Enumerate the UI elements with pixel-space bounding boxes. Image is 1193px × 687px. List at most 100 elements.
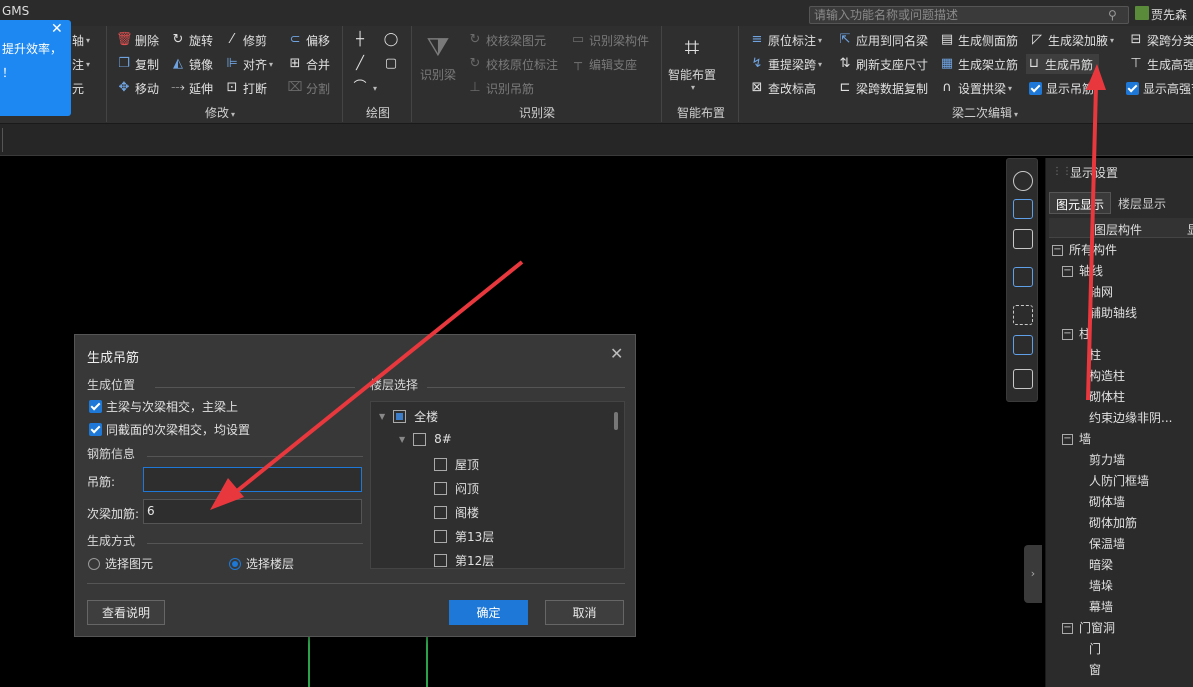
tree-item[interactable]: 柱 <box>1079 324 1091 345</box>
grip-icon[interactable]: ⋮⋮ <box>1052 166 1072 177</box>
refresh-support-button[interactable]: ⇅ 刷新支座尺寸 <box>837 54 928 74</box>
tab-floor-display[interactable]: 楼层显示 <box>1112 192 1172 214</box>
gen-stand-button[interactable]: ▦ 生成架立筋 <box>939 54 1018 74</box>
floor-item[interactable]: 闷顶 <box>434 480 479 497</box>
set-arch-button[interactable]: ∩ 设置拱梁 ▾ <box>939 78 1012 98</box>
identify-beam-button[interactable]: ⧩ 识别梁 <box>420 30 456 83</box>
gen-side-button[interactable]: ▤ 生成侧面筋 <box>939 30 1018 50</box>
smart-layout-button[interactable]: ⌗ 智能布置 ▾ <box>668 30 716 93</box>
checkbox[interactable] <box>413 432 427 446</box>
tree-item[interactable]: 砌体墙 <box>1089 492 1125 513</box>
floor-list[interactable]: ▼ 全楼 ▼ 8# 屋顶 闷顶 阁楼 第13层 第12层 <box>370 401 625 569</box>
close-icon[interactable]: ✕ <box>610 344 623 363</box>
secondary-rebar-input[interactable]: 6 <box>143 499 362 524</box>
secondary-group-label[interactable]: 梁二次编辑 ▾ <box>952 104 1018 121</box>
gen-haunch-button[interactable]: ◸ 生成梁加腋 ▾ <box>1029 30 1114 50</box>
floor-item[interactable]: 第12层 <box>434 552 494 568</box>
rotate-button[interactable]: ↻ 旋转 <box>170 30 213 50</box>
align-button[interactable]: ⊫ 对齐 ▾ <box>224 54 273 74</box>
hanger-input[interactable] <box>143 467 362 492</box>
floor-item-all[interactable]: ▼ 全楼 <box>379 408 438 425</box>
radio-select-element[interactable]: 选择图元 <box>88 555 153 572</box>
tree-item[interactable]: 轴网 <box>1089 282 1113 303</box>
close-icon[interactable]: ✕ <box>51 21 63 37</box>
identify-component-button[interactable]: ▭ 识别梁构件 <box>570 30 649 50</box>
rect-tool[interactable]: ▢ <box>383 54 402 74</box>
identify-hanger-button[interactable]: ⊥ 识别吊筋 <box>467 78 534 98</box>
scrollbar[interactable] <box>614 412 618 430</box>
span-copy-button[interactable]: ⊏ 梁跨数据复制 <box>837 78 928 98</box>
checkbox[interactable] <box>434 530 447 543</box>
fit-view-icon[interactable] <box>1013 305 1033 325</box>
search-icon[interactable]: ⚲ <box>1108 8 1122 22</box>
orbit-icon[interactable] <box>1013 171 1033 191</box>
cancel-button[interactable]: 取消 <box>545 600 624 625</box>
same-section-checkbox[interactable]: 同截面的次梁相交，均设置 <box>89 421 250 438</box>
floor-item[interactable]: 阁楼 <box>434 504 479 521</box>
cube-icon[interactable] <box>1013 229 1033 249</box>
edit-support-button[interactable]: ┬ 编辑支座 <box>570 54 637 74</box>
break-button[interactable]: ⊡ 打断 <box>224 78 267 98</box>
tree-item[interactable]: 所有构件 <box>1069 240 1117 261</box>
search-input[interactable]: 请输入功能名称或问题描述 <box>809 6 1129 24</box>
mirror-button[interactable]: ◭ 镜像 <box>170 54 213 74</box>
display-settings-icon[interactable] <box>1013 369 1033 389</box>
collapse-icon[interactable]: − <box>1062 266 1073 277</box>
span-class-button[interactable]: ⊟ 梁跨分类 <box>1128 30 1193 50</box>
tree-item[interactable]: 砌体柱 <box>1089 387 1125 408</box>
collapse-icon[interactable]: − <box>1052 245 1063 256</box>
merge-button[interactable]: ⊞ 合并 <box>287 54 330 74</box>
expand-icon[interactable]: ▼ <box>399 435 405 444</box>
show-hanger-checkbox[interactable]: 显示吊筋 <box>1029 78 1094 98</box>
tree-item[interactable]: 辅助轴线 <box>1089 303 1137 324</box>
point-tool[interactable]: ┼ <box>352 30 371 50</box>
offset-button[interactable]: ⊂ 偏移 <box>287 30 330 50</box>
tree-item[interactable]: 约束边缘非阴... <box>1089 408 1172 429</box>
avatar[interactable] <box>1135 6 1149 20</box>
tree-item[interactable]: 门窗洞 <box>1079 618 1115 639</box>
modify-group-label[interactable]: 修改 ▾ <box>205 104 235 121</box>
tree-item[interactable]: 轴线 <box>1079 261 1103 282</box>
tree-item[interactable]: 门 <box>1089 639 1101 660</box>
check-origin-button[interactable]: ↻ 校核原位标注 <box>467 54 558 74</box>
gen-height-button[interactable]: ⊤ 生成高强 <box>1128 54 1193 74</box>
arc-tool[interactable]: ⌒ ▾ <box>352 78 377 98</box>
check-beam-button[interactable]: ↻ 校核梁图元 <box>467 30 546 50</box>
tree-item[interactable]: 幕墙 <box>1089 597 1113 618</box>
tree-item[interactable]: 暗梁 <box>1089 555 1113 576</box>
chevron-right-icon[interactable]: › <box>1024 545 1042 603</box>
yuan-button[interactable]: 元 <box>72 78 84 98</box>
floor-item-building[interactable]: ▼ 8# <box>399 432 452 446</box>
tree-item[interactable]: 柱 <box>1089 345 1101 366</box>
checkbox[interactable] <box>434 458 447 471</box>
tree-item[interactable]: 窗 <box>1089 660 1101 681</box>
origin-annot-button[interactable]: ≡ 原位标注 ▾ <box>749 30 822 50</box>
show-height-checkbox[interactable]: 显示高强节 <box>1126 78 1193 98</box>
canvas-drawing[interactable] <box>308 636 428 687</box>
floor-item[interactable]: 第13层 <box>434 528 494 545</box>
tree-item[interactable]: 保温墙 <box>1089 534 1125 555</box>
re-extract-button[interactable]: ↯ 重提梁跨 ▾ <box>749 54 822 74</box>
circle-tool[interactable]: ◯ <box>383 30 402 50</box>
checkbox[interactable] <box>434 482 447 495</box>
component-view-icon[interactable] <box>1013 335 1033 355</box>
gen-hanger-button[interactable]: ⊔ 生成吊筋 <box>1026 54 1100 74</box>
main-secondary-checkbox[interactable]: 主梁与次梁相交，主梁上 <box>89 398 238 415</box>
annot-button[interactable]: 注 ▾ <box>72 54 90 74</box>
tree-item[interactable]: 人防门框墙 <box>1089 471 1149 492</box>
tree-item[interactable]: 砌体加筋 <box>1089 513 1137 534</box>
extend-button[interactable]: ⤏ 延伸 <box>170 78 213 98</box>
collapse-icon[interactable]: − <box>1062 434 1073 445</box>
ok-button[interactable]: 确定 <box>449 600 528 625</box>
split-button[interactable]: ⌧ 分割 <box>287 78 331 98</box>
tree-item[interactable]: 剪力墙 <box>1089 450 1125 471</box>
copy-button[interactable]: ❐ 复制 <box>116 54 159 74</box>
tree-item[interactable]: 墙垛 <box>1089 576 1113 597</box>
collapse-icon[interactable]: − <box>1062 329 1073 340</box>
tree-item[interactable]: 构造柱 <box>1089 366 1125 387</box>
delete-button[interactable]: 🗑 删除 <box>116 30 159 50</box>
user-name[interactable]: 贾先森 <box>1151 6 1187 23</box>
radio-select-floor[interactable]: 选择楼层 <box>229 555 294 572</box>
collapse-icon[interactable]: − <box>1062 623 1073 634</box>
help-button[interactable]: 查看说明 <box>87 600 165 625</box>
